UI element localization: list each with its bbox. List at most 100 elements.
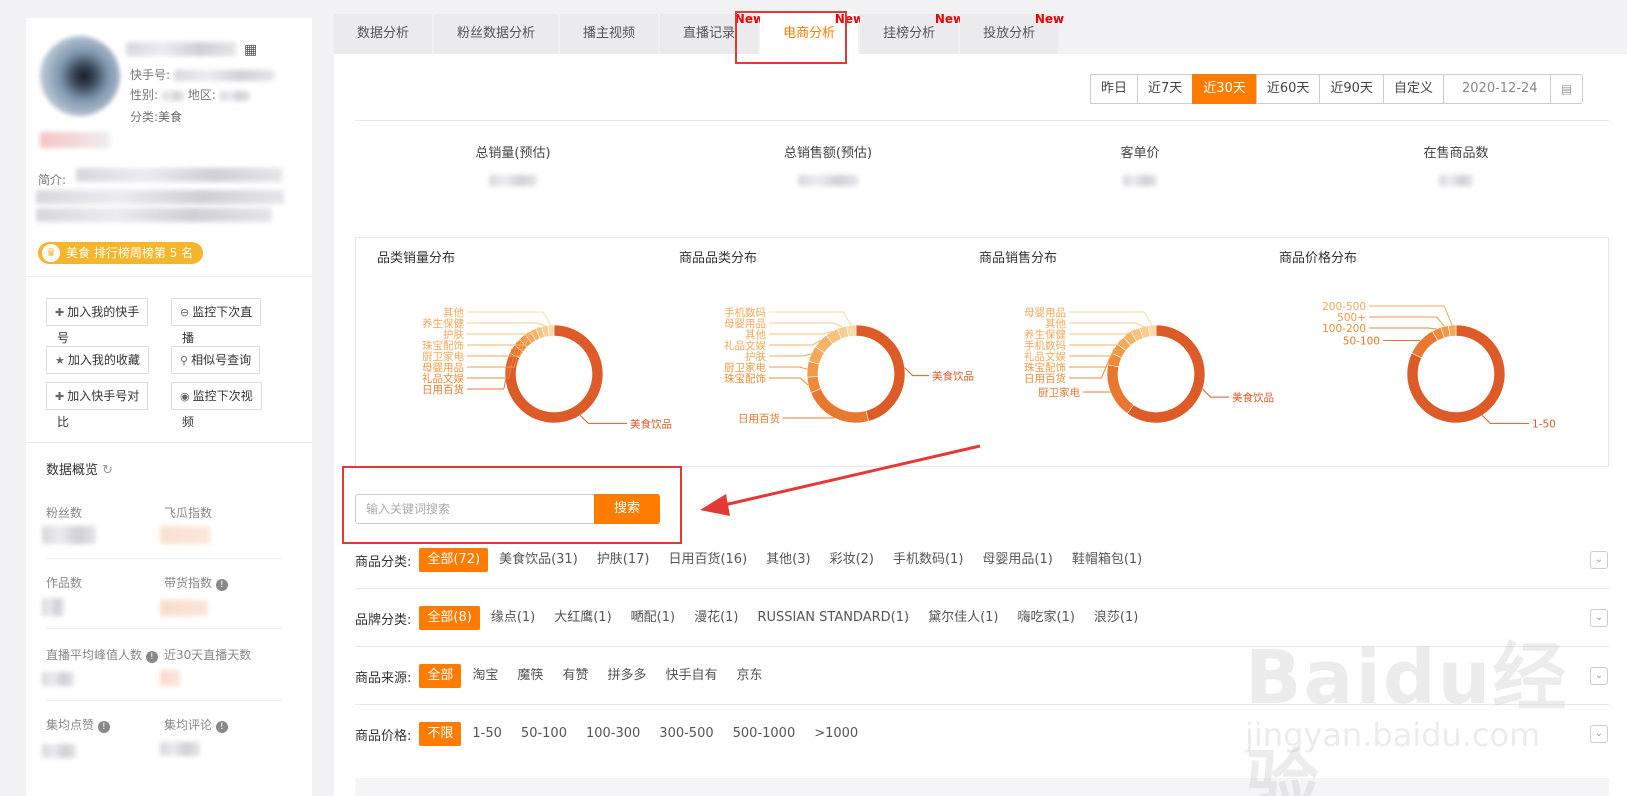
- filter-option[interactable]: 100-300: [578, 722, 648, 746]
- filter-option[interactable]: 漫花(1): [686, 606, 746, 630]
- filter-option[interactable]: RUSSIAN STANDARD(1): [750, 606, 918, 630]
- slice-label: 母婴用品: [724, 318, 766, 330]
- expand-chevron-icon[interactable]: ⌄: [1590, 551, 1608, 569]
- filter-option[interactable]: 快手自有: [657, 664, 725, 688]
- filter-option[interactable]: 彩妆(2): [822, 548, 882, 572]
- info-icon[interactable]: !: [145, 651, 158, 663]
- donut-slice[interactable]: [1147, 324, 1157, 337]
- filter-option[interactable]: 鞋帽箱包(1): [1064, 548, 1150, 572]
- search-button[interactable]: 搜索: [594, 494, 660, 524]
- filter-option[interactable]: 魔筷: [509, 664, 551, 688]
- filter-option[interactable]: 50-100: [513, 722, 575, 746]
- divider: [355, 120, 1609, 121]
- filter-option[interactable]: 全部(8): [419, 606, 480, 630]
- gender-label: 性别:: [130, 88, 159, 102]
- avatar[interactable]: [40, 36, 120, 116]
- tab-fans-analysis[interactable]: 粉丝数据分析: [434, 14, 559, 54]
- overview-title-text: 数据概览: [46, 463, 99, 478]
- date-30d-button[interactable]: 近30天: [1192, 74, 1257, 104]
- filter-option[interactable]: 手机数码(1): [885, 548, 971, 572]
- highlight-box-tab: [735, 11, 847, 64]
- divider: [355, 588, 1609, 589]
- filter-option[interactable]: 黛尔佳人(1): [920, 606, 1006, 630]
- filter-option[interactable]: 500-1000: [725, 722, 804, 746]
- charts-container: 品类销量分布 美食饮品 日用百货 礼品文娱 母婴用品 厨卫家电 珠宝配饰 护肤 养生保健 其他 商品…: [355, 237, 1609, 467]
- filter-option[interactable]: 1-50: [464, 722, 510, 746]
- monitor-next-video-button[interactable]: ◉ 监控下次视频: [171, 382, 262, 429]
- add-favorite-button[interactable]: ★ 加入我的收藏: [46, 346, 149, 374]
- filter-option[interactable]: 全部: [419, 664, 462, 688]
- donut-slice[interactable]: [855, 324, 906, 422]
- stat-live-days-label: 近30天直播天数: [164, 648, 252, 662]
- date-60d-button[interactable]: 近60天: [1255, 74, 1321, 104]
- filter-option[interactable]: 日用百货(16): [660, 548, 755, 572]
- date-yesterday-button[interactable]: 昨日: [1090, 74, 1139, 104]
- chart-title: 商品品类分布: [679, 251, 757, 266]
- similar-account-label: 相似号查询: [191, 353, 252, 367]
- filter-option[interactable]: 嗮配(1): [623, 606, 683, 630]
- filter-option[interactable]: 护肤(17): [589, 548, 658, 572]
- stat-avg-likes-text: 集均点赞: [46, 718, 95, 732]
- slice-label: 日用百货: [738, 412, 780, 425]
- filter-option[interactable]: 缘点(1): [483, 606, 543, 630]
- filter-option[interactable]: 美食饮品(31): [491, 548, 586, 572]
- date-7d-button[interactable]: 近7天: [1137, 74, 1194, 104]
- add-compare-label-wrap: 比: [57, 415, 70, 429]
- monitor-next-live-label: 监控下次直: [192, 305, 253, 319]
- filter-option[interactable]: 大红鹰(1): [546, 606, 619, 630]
- info-icon[interactable]: !: [215, 579, 228, 591]
- filter-option[interactable]: 京东: [728, 664, 770, 688]
- donut-slice[interactable]: [1447, 324, 1457, 337]
- filter-option[interactable]: 嗨吃家(1): [1010, 606, 1083, 630]
- label-leader-line: [904, 367, 929, 377]
- label-leader-line: [1369, 327, 1437, 330]
- info-icon[interactable]: !: [97, 721, 110, 733]
- monitor-next-video-label-wrap: 频: [182, 415, 195, 429]
- filter-option[interactable]: 淘宝: [464, 664, 506, 688]
- add-my-kuaishou-button[interactable]: ✚ 加入我的快手号: [46, 298, 149, 345]
- filter-option[interactable]: 其他(3): [758, 548, 818, 572]
- metric-label: 总销售额(预估): [783, 146, 873, 161]
- add-compare-button[interactable]: ✚ 加入快手号对比: [46, 382, 149, 429]
- filter-option[interactable]: >1000: [806, 722, 866, 746]
- filter-label: 商品分类:: [355, 554, 412, 570]
- filter-option[interactable]: 浪莎(1): [1086, 606, 1146, 630]
- date-custom-button[interactable]: 自定义: [1382, 74, 1444, 104]
- gender-region-row: 性别: 地区:: [130, 86, 250, 103]
- search-placeholder: 输入关键词搜索: [366, 502, 451, 516]
- info-icon[interactable]: !: [215, 721, 228, 733]
- date-90d-button[interactable]: 近90天: [1319, 74, 1384, 104]
- tab-label: 挂榜分析: [883, 26, 936, 41]
- add-favorite-label: 加入我的收藏: [67, 353, 140, 367]
- donut-slice[interactable]: [1106, 364, 1135, 415]
- overview-title: 数据概览 ↻: [46, 459, 113, 478]
- filter-option[interactable]: 母婴用品(1): [974, 548, 1060, 572]
- filter-option[interactable]: 不限: [419, 722, 462, 746]
- stat-sales-index-text: 带货指数: [164, 576, 213, 590]
- date-input[interactable]: 2020-12-24 ▤: [1443, 74, 1583, 104]
- profile-panel: ▦ 快手号: 性别: 地区: 分类:美食 简介: ♛ 美食 排行榜周榜第 5 名 …: [26, 18, 312, 796]
- filter-option[interactable]: 300-500: [651, 722, 721, 746]
- tab-promotion[interactable]: 投放分析 New: [960, 12, 1064, 54]
- label-leader-line: [1369, 305, 1453, 326]
- filter-option[interactable]: 有赞: [554, 664, 596, 688]
- filter-label: 商品来源:: [355, 670, 412, 686]
- tab-data-analysis[interactable]: 数据分析: [334, 14, 433, 54]
- filter-option[interactable]: 拼多多: [599, 664, 654, 688]
- qrcode-icon[interactable]: ▦: [244, 42, 257, 58]
- filter-option[interactable]: 全部(72): [419, 548, 489, 572]
- donut-slice[interactable]: [547, 324, 555, 337]
- monitor-next-video-label: 监控下次视: [192, 389, 253, 403]
- slice-label: 其他: [443, 306, 464, 319]
- tab-videos[interactable]: 播主视频: [560, 14, 659, 54]
- monitor-next-live-button[interactable]: ⊖ 监控下次直播: [171, 298, 262, 345]
- rank-badge[interactable]: ♛ 美食 排行榜周榜第 5 名: [38, 242, 204, 264]
- donut-slice[interactable]: [1411, 330, 1439, 359]
- refresh-icon[interactable]: ↻: [102, 463, 113, 478]
- similar-account-search-button[interactable]: ⚲ 相似号查询: [171, 346, 261, 374]
- calendar-icon[interactable]: ▤: [1550, 75, 1582, 103]
- kuaishou-id-row: 快手号:: [130, 66, 274, 83]
- tab-ranking[interactable]: 挂榜分析 New: [860, 12, 964, 54]
- search-input[interactable]: 输入关键词搜索: [355, 494, 595, 524]
- slice-label: 母婴用品: [422, 362, 464, 374]
